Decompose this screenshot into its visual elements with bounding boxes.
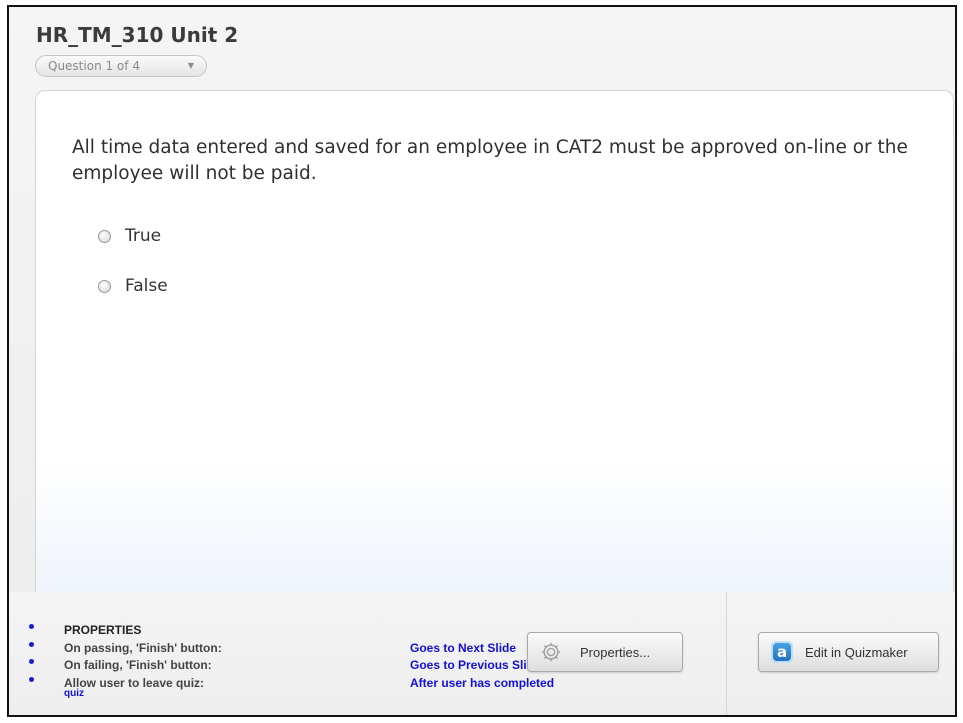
radio-button[interactable] xyxy=(98,229,111,243)
property-value: Goes to Previous Slide xyxy=(410,658,541,672)
answer-label: True xyxy=(125,226,162,246)
property-label: On passing, 'Finish' button: xyxy=(64,640,222,655)
radio-button[interactable] xyxy=(98,279,111,293)
quiz-frame: HR_TM_310 Unit 2 Question 1 of 4 ▼ All t… xyxy=(7,5,957,717)
edit-in-quizmaker-button[interactable]: a Edit in Quizmaker xyxy=(758,632,939,672)
property-value-overflow: quiz xyxy=(64,687,84,699)
properties-footer: PROPERTIES On passing, 'Finish' button: … xyxy=(9,592,955,715)
answer-label: False xyxy=(125,276,168,296)
answer-option-true[interactable]: True xyxy=(98,226,161,246)
question-text: All time data entered and saved for an e… xyxy=(72,137,908,184)
properties-button-label: Properties... xyxy=(580,644,651,660)
property-value: After user has completed xyxy=(410,675,555,690)
property-label: Allow user to leave quiz: xyxy=(64,675,205,690)
quiz-title: HR_TM_310 Unit 2 xyxy=(36,23,239,47)
bullet-icon xyxy=(29,659,34,664)
answer-option-false[interactable]: False xyxy=(98,276,168,296)
bullet-icon xyxy=(29,624,34,629)
bullet-icon xyxy=(29,641,34,647)
footer-divider xyxy=(726,592,727,715)
quizmaker-logo-icon: a xyxy=(771,641,793,663)
properties-heading: PROPERTIES xyxy=(64,623,142,637)
property-label: On failing, 'Finish' button: xyxy=(64,658,212,672)
gear-icon xyxy=(541,642,561,662)
chevron-down-icon: ▼ xyxy=(187,61,194,70)
edit-in-quizmaker-label: Edit in Quizmaker xyxy=(805,644,908,660)
question-picker-dropdown[interactable]: Question 1 of 4 ▼ xyxy=(35,55,207,77)
bullet-icon xyxy=(29,676,34,682)
property-value: Goes to Next Slide xyxy=(410,640,517,655)
question-picker-label: Question 1 of 4 xyxy=(48,59,140,73)
properties-button[interactable]: Properties... xyxy=(527,632,683,672)
